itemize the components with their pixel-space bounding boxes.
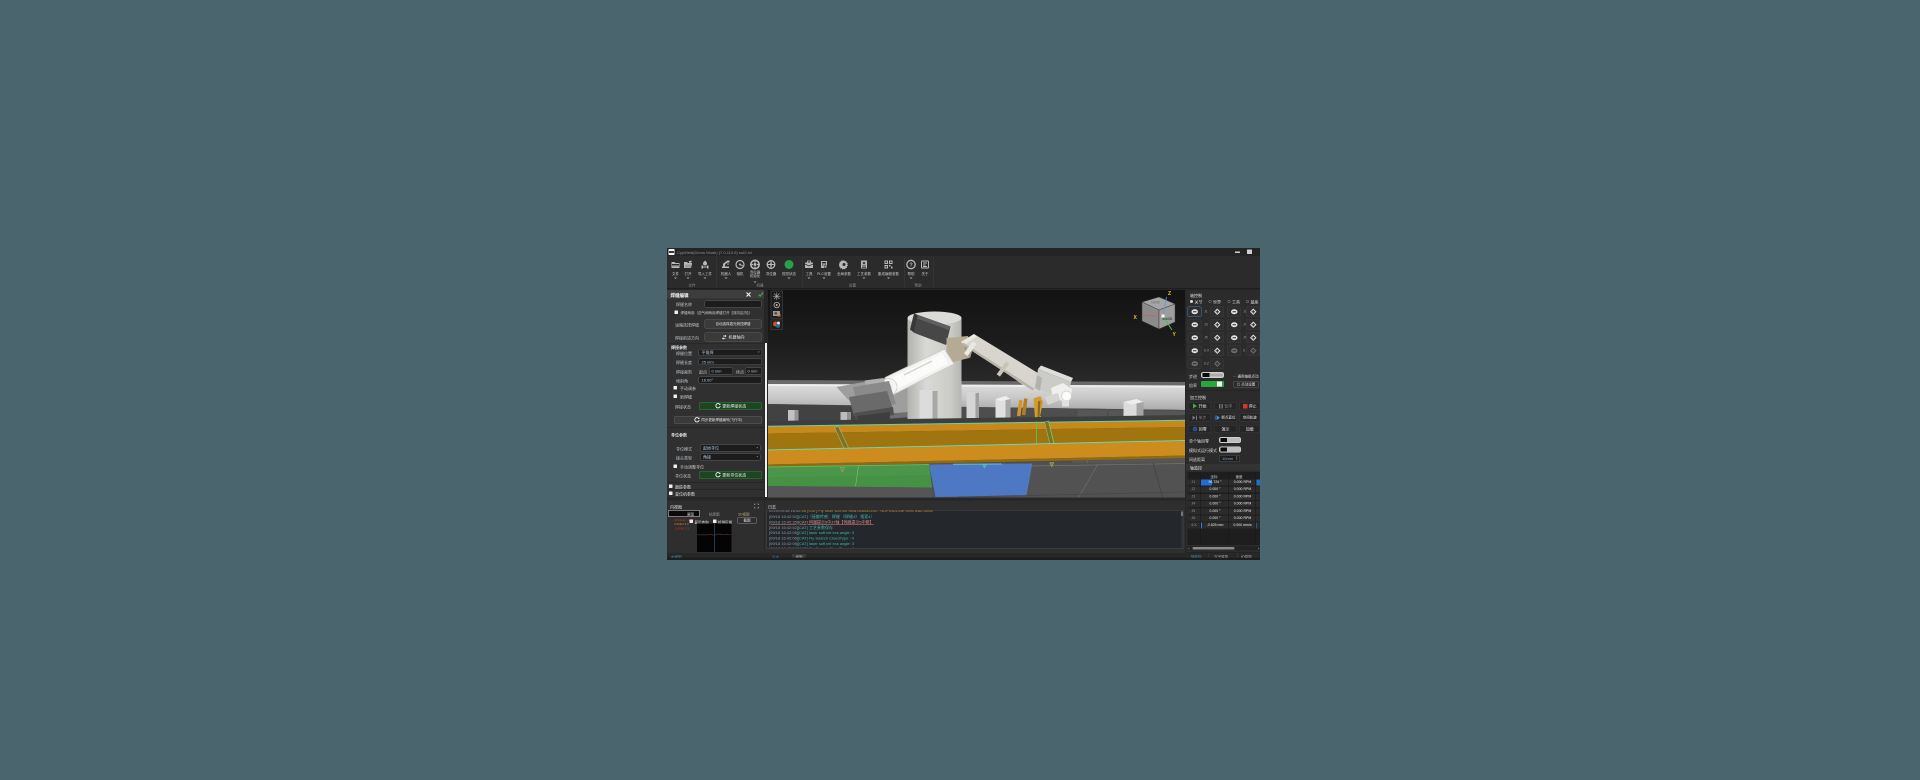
svg-text:Z: Z [1168, 291, 1171, 297]
svg-text:VIEW: VIEW [1150, 301, 1161, 305]
svg-text:?: ? [909, 263, 913, 269]
